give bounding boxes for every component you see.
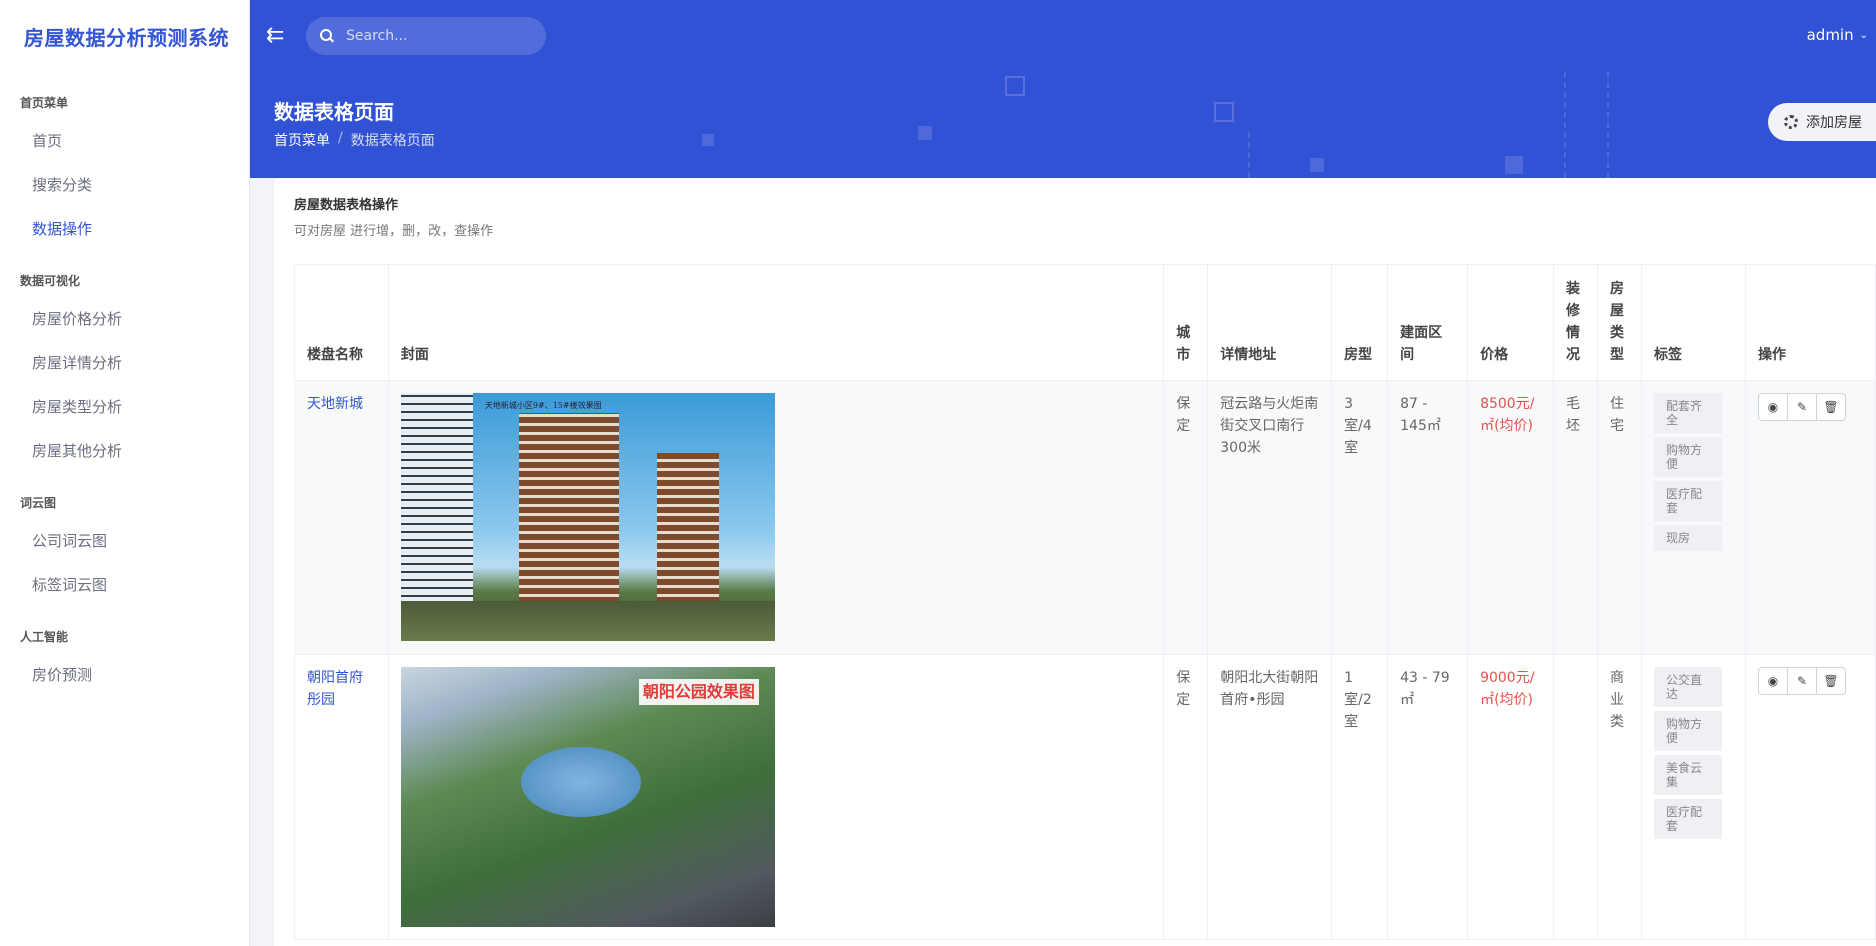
- layout-cell: 1室/2室: [1331, 654, 1389, 940]
- tag-badge: 购物方便: [1654, 437, 1722, 477]
- data-table-card: 房屋数据表格操作 可对房屋 进行增，删，改，查操作 楼盘名称 封面 城市 详情地…: [274, 178, 1876, 946]
- nav-section-wordcloud: 词云图: [20, 495, 57, 510]
- sidebar-item-company-wordcloud[interactable]: 公司词云图: [0, 518, 249, 562]
- breadcrumb-separator: /: [338, 130, 343, 146]
- tag-badge: 公交直达: [1654, 667, 1722, 707]
- area-cell: 43 - 79㎡: [1387, 654, 1469, 940]
- address-cell: 朝阳北大街朝阳首府•彤园: [1207, 654, 1333, 940]
- brand-logo[interactable]: 房屋数据分析预测系统: [0, 0, 249, 72]
- add-house-label: 添加房屋: [1806, 115, 1862, 131]
- sidebar-item-price-analysis[interactable]: 房屋价格分析: [0, 296, 249, 340]
- type-cell: 住宅: [1597, 380, 1642, 655]
- nav-section-ai: 人工智能: [20, 629, 69, 644]
- tag-badge: 配套齐全: [1654, 393, 1722, 433]
- decoration-line: [1248, 132, 1250, 178]
- column-header-cover[interactable]: 封面: [387, 264, 1165, 381]
- search-icon: [320, 29, 334, 43]
- column-header-decoration[interactable]: 装修情况: [1553, 264, 1599, 381]
- column-header-area[interactable]: 建面区间: [1387, 264, 1469, 381]
- house-table: 楼盘名称 封面 城市 详情地址 房型 建面区间 价格 装修情况 房屋类型 标签 …: [294, 264, 1876, 940]
- user-menu[interactable]: admin ⌄: [1807, 26, 1868, 44]
- city-cell: 保定: [1163, 380, 1209, 655]
- pond-shape: [520, 747, 641, 817]
- decoration-square: [702, 134, 714, 146]
- column-header-layout[interactable]: 房型: [1331, 264, 1389, 381]
- column-header-price[interactable]: 价格: [1467, 264, 1555, 381]
- house-name-link[interactable]: 天地新城: [307, 396, 363, 412]
- layout-cell: 3室/4室: [1331, 380, 1389, 655]
- building-shape: [400, 393, 473, 603]
- eye-icon[interactable]: ◉: [1757, 667, 1788, 695]
- sidebar-item-type-analysis[interactable]: 房屋类型分析: [0, 384, 249, 428]
- sidebar-item-search[interactable]: 搜索分类: [0, 162, 249, 206]
- tag-badge: 医疗配套: [1654, 799, 1722, 839]
- house-name-link[interactable]: 朝阳首府彤园: [307, 670, 363, 708]
- sidebar: 房屋数据分析预测系统 首页菜单 首页 搜索分类 数据操作 数据可视化 房屋价格分…: [0, 0, 250, 946]
- table-row: 天地新城 天地新城小区9#、15#楼效果图 保定 冠云路与火炬南街交叉口南行30…: [294, 380, 1876, 655]
- eye-icon[interactable]: ◉: [1757, 393, 1788, 421]
- tag-badge: 购物方便: [1654, 711, 1722, 751]
- sidebar-item-home[interactable]: 首页: [0, 118, 249, 162]
- city-cell: 保定: [1163, 654, 1209, 940]
- price-cell: 8500元/㎡(均价): [1480, 396, 1535, 434]
- search-box[interactable]: [306, 17, 546, 55]
- decoration-square: [918, 126, 932, 140]
- building-shape: [518, 413, 619, 603]
- trash-icon[interactable]: 🗑: [1815, 667, 1846, 695]
- table-header-row: 楼盘名称 封面 城市 详情地址 房型 建面区间 价格 装修情况 房屋类型 标签 …: [294, 264, 1876, 381]
- decoration-square: [1005, 76, 1025, 96]
- trash-icon[interactable]: 🗑: [1815, 393, 1846, 421]
- sidebar-item-price-prediction[interactable]: 房价预测: [0, 652, 249, 696]
- ground-shape: [400, 601, 775, 641]
- sidebar-item-data-ops[interactable]: 数据操作: [0, 206, 249, 250]
- column-header-address[interactable]: 详情地址: [1207, 264, 1333, 381]
- chevron-down-icon: ⌄: [1859, 29, 1868, 41]
- house-cover-image[interactable]: 天地新城小区9#、15#楼效果图: [400, 393, 775, 641]
- card-title: 房屋数据表格操作: [294, 198, 399, 213]
- table-row: 朝阳首府彤园 朝阳公园效果图 保定 朝阳北大街朝阳首府•彤园 1室/2室 43 …: [294, 654, 1876, 940]
- column-header-actions: 操作: [1744, 264, 1876, 381]
- row-actions: ◉ ✎ 🗑: [1757, 393, 1863, 421]
- nav-section-home: 首页菜单: [20, 95, 69, 110]
- add-house-button[interactable]: 添加房屋: [1768, 103, 1876, 141]
- decoration-line: [1564, 72, 1566, 178]
- column-header-tags[interactable]: 标签: [1641, 264, 1746, 381]
- type-cell: 商业类: [1597, 654, 1642, 940]
- sidebar-item-detail-analysis[interactable]: 房屋详情分析: [0, 340, 249, 384]
- nav-section-visualization: 数据可视化: [20, 273, 81, 288]
- sidebar-item-tag-wordcloud[interactable]: 标签词云图: [0, 562, 249, 606]
- column-header-type[interactable]: 房屋类型: [1597, 264, 1642, 381]
- pencil-icon[interactable]: ✎: [1786, 393, 1817, 421]
- decoration-cell: 毛坯: [1553, 380, 1599, 655]
- breadcrumb: 首页菜单 / 数据表格页面: [274, 130, 435, 150]
- menu-toggle-icon[interactable]: ⇇: [266, 24, 290, 48]
- page-title: 数据表格页面: [274, 100, 394, 124]
- breadcrumb-current: 数据表格页面: [350, 133, 435, 149]
- decoration-line: [1607, 72, 1609, 178]
- building-shape: [656, 453, 719, 603]
- decoration-square: [1310, 158, 1324, 172]
- cover-caption: 朝阳公园效果图: [638, 679, 759, 705]
- tag-badge: 现房: [1654, 525, 1722, 551]
- house-cover-image[interactable]: 朝阳公园效果图: [400, 667, 775, 927]
- price-cell: 9000元/㎡(均价): [1480, 670, 1535, 708]
- decoration-square: [1505, 156, 1523, 174]
- top-header: ⇇ admin ⌄ 数据表格页面 首页菜单 / 数据表格页面 添加房屋: [250, 0, 1876, 178]
- sidebar-item-other-analysis[interactable]: 房屋其他分析: [0, 428, 249, 472]
- pencil-icon[interactable]: ✎: [1786, 667, 1817, 695]
- address-cell: 冠云路与火炬南街交叉口南行300米: [1207, 380, 1333, 655]
- breadcrumb-home[interactable]: 首页菜单: [274, 130, 330, 150]
- column-header-name[interactable]: 楼盘名称: [294, 264, 389, 381]
- tag-badge: 美食云集: [1654, 755, 1722, 795]
- row-actions: ◉ ✎ 🗑: [1757, 667, 1863, 695]
- gear-icon: [1784, 115, 1798, 129]
- user-name: admin: [1806, 26, 1854, 44]
- area-cell: 87 - 145㎡: [1387, 380, 1469, 655]
- card-subtitle: 可对房屋 进行增，删，改，查操作: [294, 224, 494, 239]
- decoration-cell: [1553, 654, 1599, 940]
- tag-badge: 医疗配套: [1654, 481, 1722, 521]
- column-header-city[interactable]: 城市: [1163, 264, 1209, 381]
- decoration-square: [1214, 102, 1234, 122]
- search-input[interactable]: [346, 28, 536, 44]
